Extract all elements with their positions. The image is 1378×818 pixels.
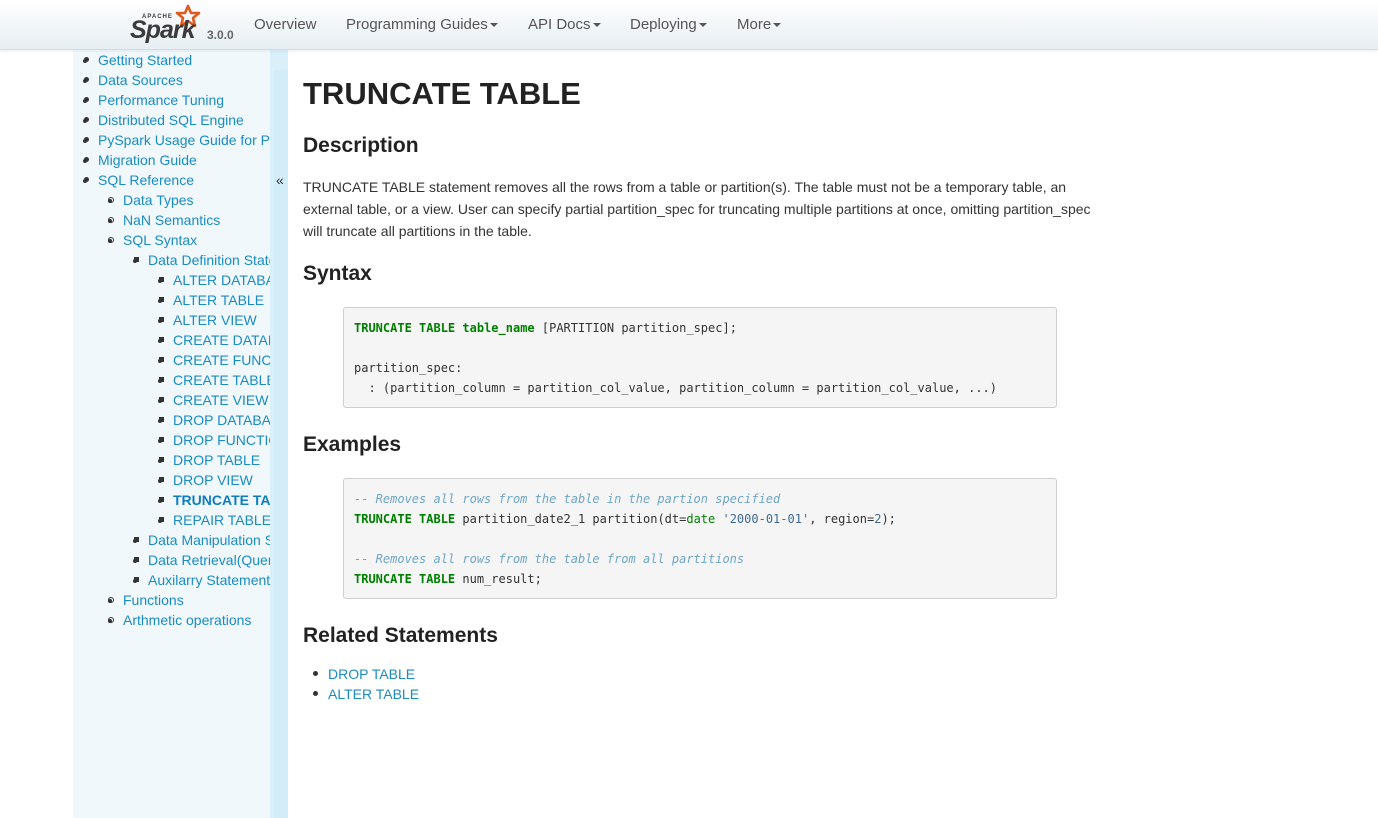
caret-down-icon — [698, 23, 707, 28]
description-text: TRUNCATE TABLE statement removes all the… — [303, 179, 1091, 239]
nav-api-docs-label: API Docs — [528, 16, 591, 33]
description-heading: Description — [303, 134, 419, 157]
sidebar-item-drop-database[interactable]: DROP DATABASE — [159, 410, 270, 430]
sidebar-item-drop-view[interactable]: DROP VIEW — [159, 470, 253, 490]
syntax-code-block: TRUNCATE TABLE table_name [PARTITION par… — [343, 307, 1057, 408]
sidebar-item-data-retrieval[interactable]: Data Retrieval(Queries) — [134, 550, 270, 570]
nav-deploying-label: Deploying — [630, 16, 697, 33]
sidebar-item-create-function[interactable]: CREATE FUNCTION — [159, 350, 270, 370]
nav-deploying[interactable]: Deploying — [630, 16, 707, 33]
sidebar-item-create-view[interactable]: CREATE VIEW — [159, 390, 268, 410]
sidebar-item-data-sources[interactable]: Data Sources — [84, 70, 183, 90]
sidebar-item-data-definition-statements[interactable]: Data Definition Statements — [134, 250, 270, 270]
caret-down-icon — [489, 23, 498, 28]
related-item-alter-table[interactable]: ALTER TABLE — [303, 684, 419, 704]
version-label: 3.0.0 — [207, 28, 234, 42]
sidebar-item-repair-table[interactable]: REPAIR TABLE — [159, 510, 270, 530]
nav-more[interactable]: More — [737, 16, 782, 33]
sidebar-item-performance-tuning[interactable]: Performance Tuning — [84, 90, 224, 110]
nav-programming-guides[interactable]: Programming Guides — [346, 16, 498, 33]
sidebar-item-drop-table[interactable]: DROP TABLE — [159, 450, 260, 470]
sidebar-item-truncate-table[interactable]: TRUNCATE TABLE — [159, 490, 270, 510]
caret-down-icon — [773, 23, 782, 28]
sidebar-item-data-manipulation-statements[interactable]: Data Manipulation Statements — [134, 530, 270, 550]
syntax-heading: Syntax — [303, 262, 372, 285]
page-title: TRUNCATE TABLE — [303, 76, 581, 111]
sidebar-item-drop-function[interactable]: DROP FUNCTION — [159, 430, 270, 450]
caret-down-icon — [592, 23, 601, 28]
examples-code-block: -- Removes all rows from the table in th… — [343, 478, 1057, 599]
sidebar-item-create-database[interactable]: CREATE DATABASE — [159, 330, 270, 350]
nav-overview[interactable]: Overview — [254, 16, 317, 33]
sidebar-item-distributed-sql-engine[interactable]: Distributed SQL Engine — [84, 110, 244, 130]
spark-logo[interactable]: APACHE Spark 3.0.0 — [128, 2, 238, 46]
collapse-sidebar-button[interactable]: « — [276, 172, 284, 188]
nav-more-label: More — [737, 16, 772, 33]
related-statements-list: DROP TABLE ALTER TABLE — [303, 664, 419, 704]
sidebar: Getting Started Data Sources Performance… — [73, 50, 270, 818]
sidebar-item-sql-syntax[interactable]: SQL Syntax — [108, 230, 197, 250]
examples-heading: Examples — [303, 433, 402, 456]
nav-api-docs[interactable]: API Docs — [528, 16, 601, 33]
sidebar-item-sql-reference[interactable]: SQL Reference — [84, 170, 194, 190]
sidebar-item-alter-database[interactable]: ALTER DATABASE — [159, 270, 270, 290]
top-navbar: APACHE Spark 3.0.0 Overview Programming … — [0, 0, 1378, 50]
sidebar-item-arthmetic-operations[interactable]: Arthmetic operations — [108, 610, 251, 630]
sidebar-item-functions[interactable]: Functions — [108, 590, 184, 610]
sidebar-item-create-table[interactable]: CREATE TABLE — [159, 370, 270, 390]
related-item-drop-table[interactable]: DROP TABLE — [303, 664, 419, 684]
sidebar-item-nan-semantics[interactable]: NaN Semantics — [108, 210, 220, 230]
spark-wordmark: Spark — [130, 16, 195, 44]
related-statements-heading: Related Statements — [303, 624, 498, 647]
sidebar-item-alter-table[interactable]: ALTER TABLE — [159, 290, 264, 310]
sidebar-item-alter-view[interactable]: ALTER VIEW — [159, 310, 257, 330]
sidebar-item-getting-started[interactable]: Getting Started — [84, 50, 192, 70]
sidebar-item-data-types[interactable]: Data Types — [108, 190, 194, 210]
nav-programming-guides-label: Programming Guides — [346, 16, 488, 33]
sidebar-item-migration-guide[interactable]: Migration Guide — [84, 150, 197, 170]
sidebar-item-auxilarry-statements[interactable]: Auxilarry Statements — [134, 570, 270, 590]
sidebar-collapse-strip[interactable] — [270, 50, 288, 818]
sidebar-item-pyspark-usage-guide[interactable]: PySpark Usage Guide for Pandas with Apac… — [84, 130, 270, 150]
